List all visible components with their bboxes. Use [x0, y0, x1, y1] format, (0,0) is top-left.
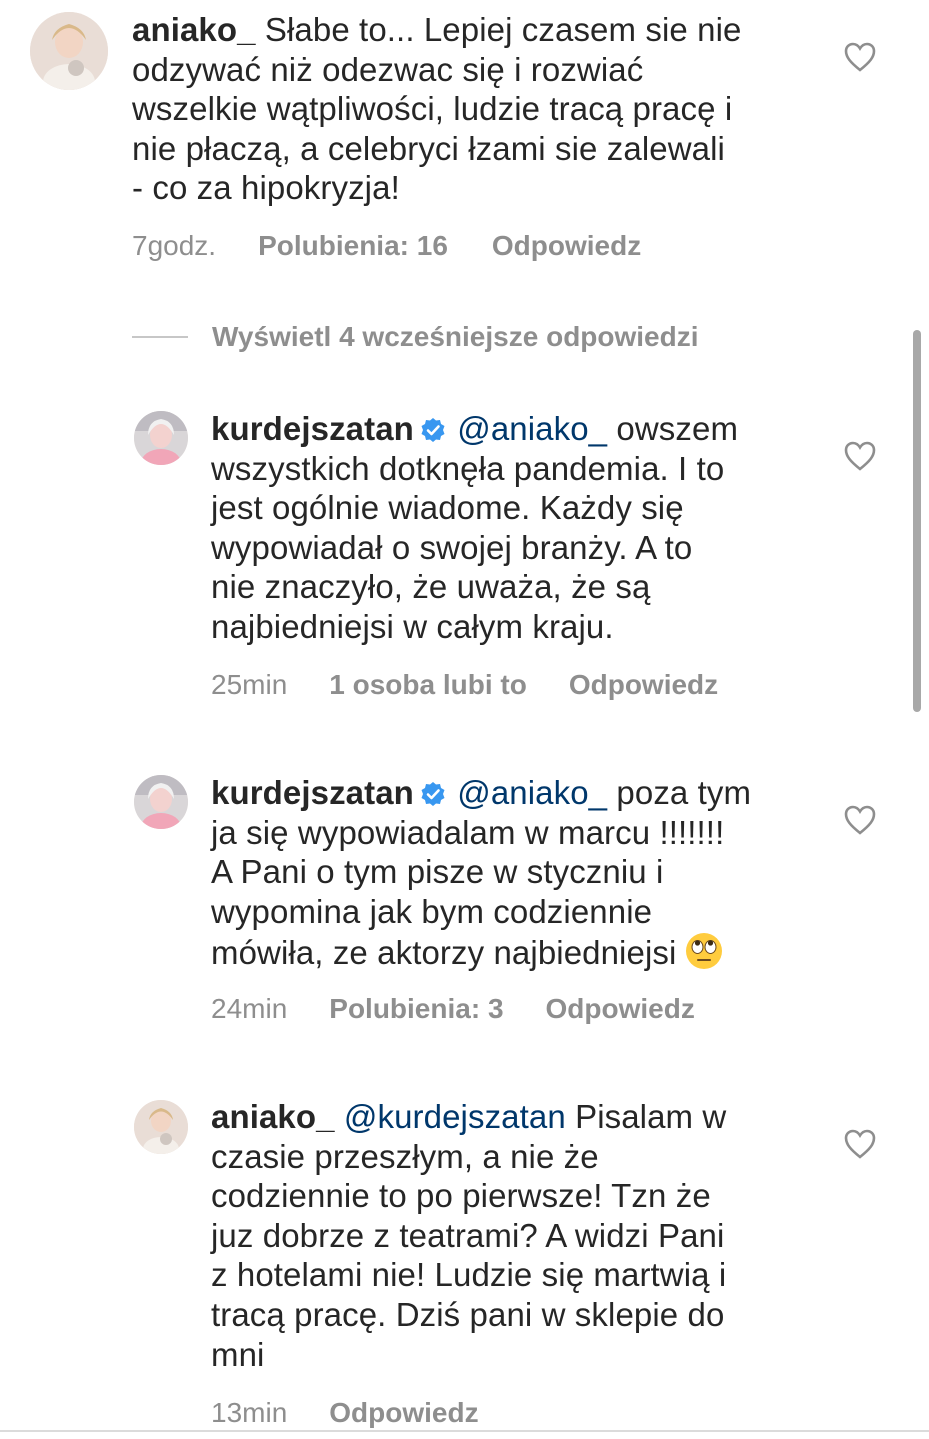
- comment-time: 24min: [211, 993, 288, 1024]
- verified-badge-icon: [420, 417, 446, 443]
- comment-username[interactable]: aniako_: [211, 1098, 335, 1135]
- comment-meta: 24min Polubienia: 3 Odpowiedz: [211, 993, 695, 1025]
- comment-text: aniako_ Słabe to... Lepiej czasem sie ni…: [132, 10, 812, 208]
- view-earlier-replies-button[interactable]: Wyświetl 4 wcześniejsze odpowiedzi: [132, 320, 699, 354]
- avatar[interactable]: [30, 12, 108, 90]
- avatar-image: [134, 1100, 188, 1154]
- comment-text: aniako_ @kurdejszatan Pisalam w czasie p…: [211, 1097, 811, 1374]
- reply-button[interactable]: Odpowiedz: [492, 230, 641, 262]
- comment-likes[interactable]: Polubienia: 16: [258, 230, 448, 262]
- replies-divider: [132, 336, 188, 338]
- reply-button[interactable]: Odpowiedz: [329, 1397, 478, 1429]
- comment-username[interactable]: kurdejszatan: [211, 774, 414, 811]
- comment-meta: 13min Odpowiedz: [211, 1397, 479, 1429]
- comment-username[interactable]: kurdejszatan: [211, 410, 414, 447]
- like-heart-icon[interactable]: [844, 1129, 876, 1159]
- like-heart-icon[interactable]: [844, 42, 876, 72]
- comment-body: Pisalam w czasie przeszłym, a nie że cod…: [211, 1098, 727, 1373]
- avatar-image: [30, 12, 108, 90]
- comment-time: 7godz.: [132, 230, 217, 261]
- avatar[interactable]: [134, 775, 188, 829]
- scrollbar-thumb[interactable]: [913, 330, 921, 712]
- comment-meta: 25min 1 osoba lubi to Odpowiedz: [211, 669, 718, 701]
- face-with-rolling-eyes-emoji: [684, 931, 724, 971]
- mention-link[interactable]: @kurdejszatan: [344, 1098, 566, 1135]
- like-heart-icon[interactable]: [844, 441, 876, 471]
- mention-link[interactable]: @aniako_: [457, 774, 607, 811]
- like-heart-icon[interactable]: [844, 805, 876, 835]
- avatar[interactable]: [134, 411, 188, 465]
- comment-meta: 7godz. Polubienia: 16 Odpowiedz: [132, 230, 641, 262]
- comment-time: 25min: [211, 669, 288, 700]
- avatar-image: [134, 411, 188, 465]
- comment-text: kurdejszatan @aniako_ poza tym ja się wy…: [211, 773, 811, 973]
- mention-link[interactable]: @aniako_: [457, 410, 607, 447]
- comment-likes[interactable]: 1 osoba lubi to: [329, 669, 527, 701]
- avatar[interactable]: [134, 1100, 188, 1154]
- bottom-divider: [0, 1430, 929, 1432]
- reply-button[interactable]: Odpowiedz: [546, 993, 695, 1025]
- comment-likes[interactable]: Polubienia: 3: [329, 993, 503, 1025]
- verified-badge-icon: [420, 781, 446, 807]
- avatar-image: [134, 775, 188, 829]
- comment-time: 13min: [211, 1397, 288, 1428]
- reply-button[interactable]: Odpowiedz: [569, 669, 718, 701]
- comment-text: kurdejszatan @aniako_ owszem wszystkich …: [211, 409, 811, 647]
- comment-username[interactable]: aniako_: [132, 11, 256, 48]
- view-earlier-replies-label: Wyświetl 4 wcześniejsze odpowiedzi: [212, 321, 699, 352]
